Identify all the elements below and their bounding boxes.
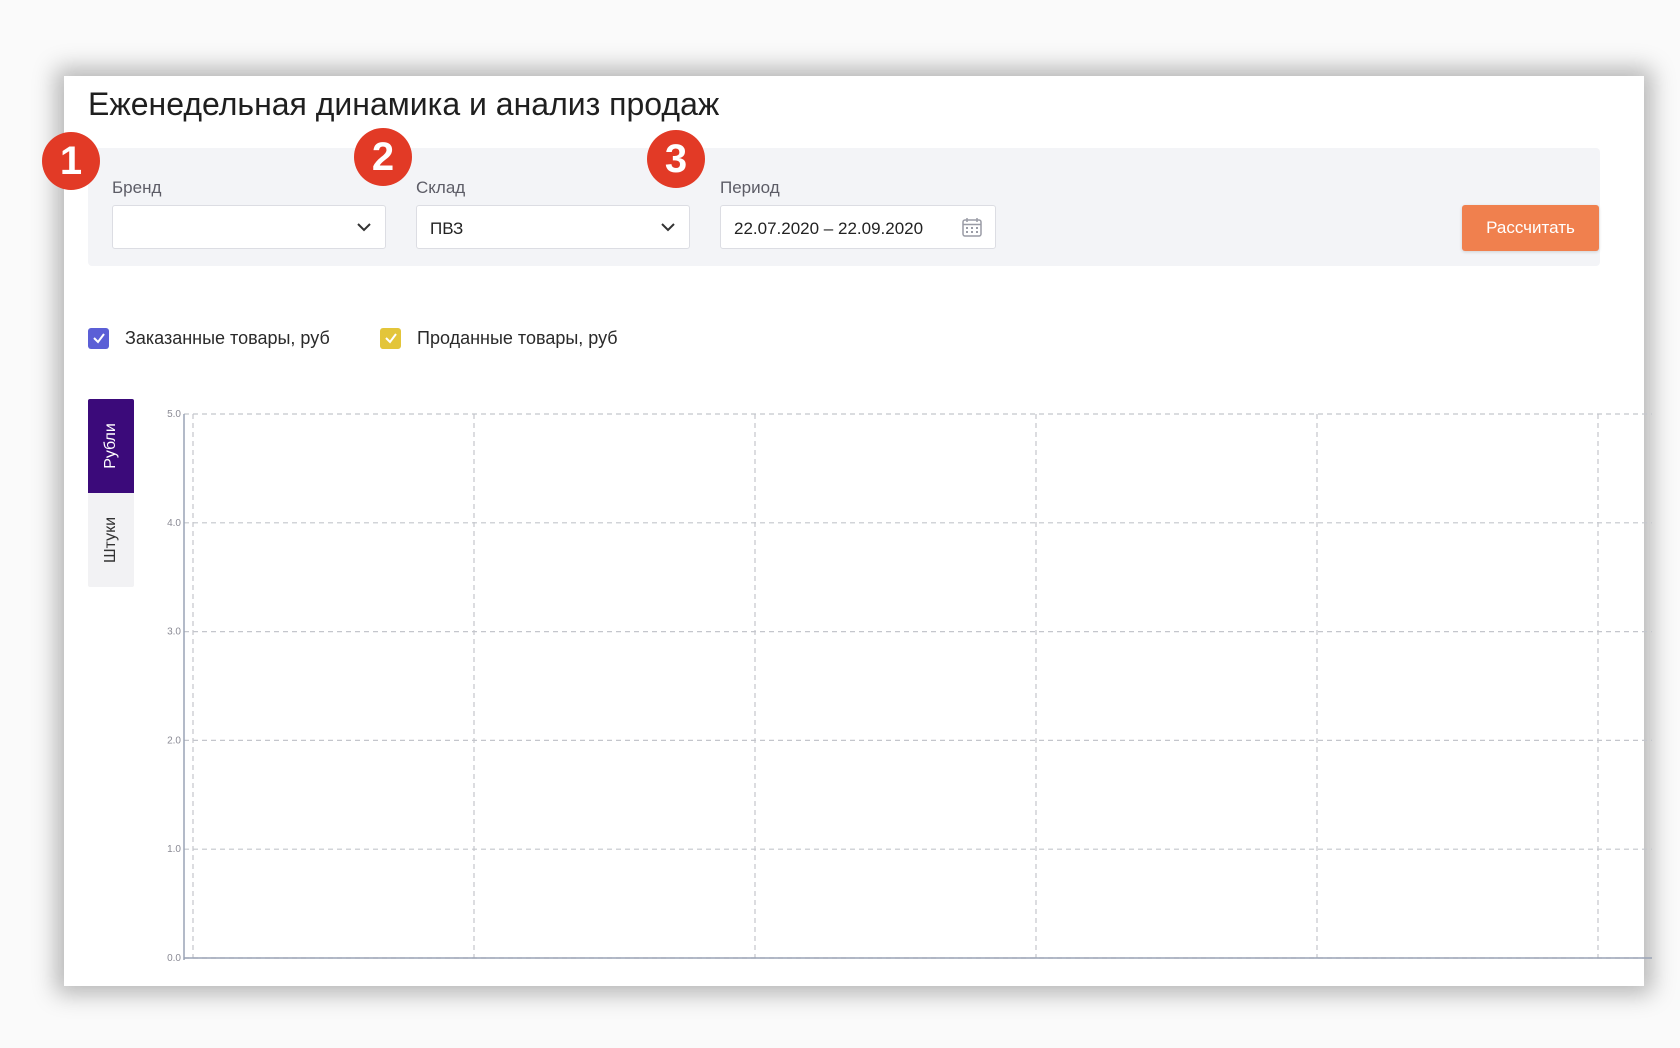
y-tick-label: 4.0 [167, 518, 181, 529]
warehouse-select-value: ПВЗ [430, 219, 464, 238]
legend-ordered-goods[interactable]: Заказанные товары, руб [88, 326, 330, 350]
chevron-down-icon [357, 223, 371, 232]
page-title: Еженедельная динамика и анализ продаж [88, 86, 720, 122]
period-value: 22.07.2020 – 22.09.2020 [734, 219, 924, 238]
calendar-icon[interactable] [961, 216, 983, 238]
legend-sold-goods[interactable]: Проданные товары, руб [380, 326, 618, 350]
y-tick-label: 2.0 [167, 735, 181, 746]
brand-label: Бренд [112, 178, 162, 197]
screen: Еженедельная динамика и анализ продаж Бр… [0, 0, 1680, 1048]
checkbox-checked-icon[interactable] [380, 327, 401, 349]
warehouse-label: Склад [416, 178, 466, 197]
y-tick-label: 1.0 [167, 844, 181, 855]
annotation-badge-3: 3 [647, 130, 705, 188]
sales-chart: 0.0 1.0 2.0 3.0 4.0 5.0 [167, 409, 1652, 964]
period-date-range-input[interactable]: 22.07.2020 – 22.09.2020 [720, 205, 996, 249]
unit-tabs: Рубли Штуки [88, 399, 134, 587]
calculate-button[interactable]: Рассчитать [1462, 205, 1599, 251]
tab-pieces-label: Штуки [102, 516, 119, 564]
filter-panel: Бренд Склад ПВЗ Период 22.07.2020 – 22.0… [88, 148, 1600, 266]
period-label: Период [720, 178, 780, 197]
warehouse-select[interactable]: ПВЗ [416, 205, 690, 249]
annotation-badge-2: 2 [354, 128, 412, 186]
y-tick-label: 0.0 [167, 953, 181, 964]
y-tick-label: 5.0 [167, 409, 181, 420]
tab-rubles-label: Рубли [102, 423, 119, 469]
sales-dynamics-card: Еженедельная динамика и анализ продаж Бр… [42, 76, 1652, 986]
legend-label: Заказанные товары, руб [125, 327, 330, 348]
tab-pieces[interactable]: Штуки [88, 493, 134, 587]
checkbox-checked-icon[interactable] [88, 327, 109, 349]
brand-select[interactable] [112, 205, 386, 249]
chevron-down-icon [661, 223, 675, 232]
y-tick-label: 3.0 [167, 627, 181, 638]
tab-rubles[interactable]: Рубли [88, 399, 134, 493]
annotation-badge-1: 1 [42, 132, 100, 190]
legend-label: Проданные товары, руб [417, 327, 618, 348]
